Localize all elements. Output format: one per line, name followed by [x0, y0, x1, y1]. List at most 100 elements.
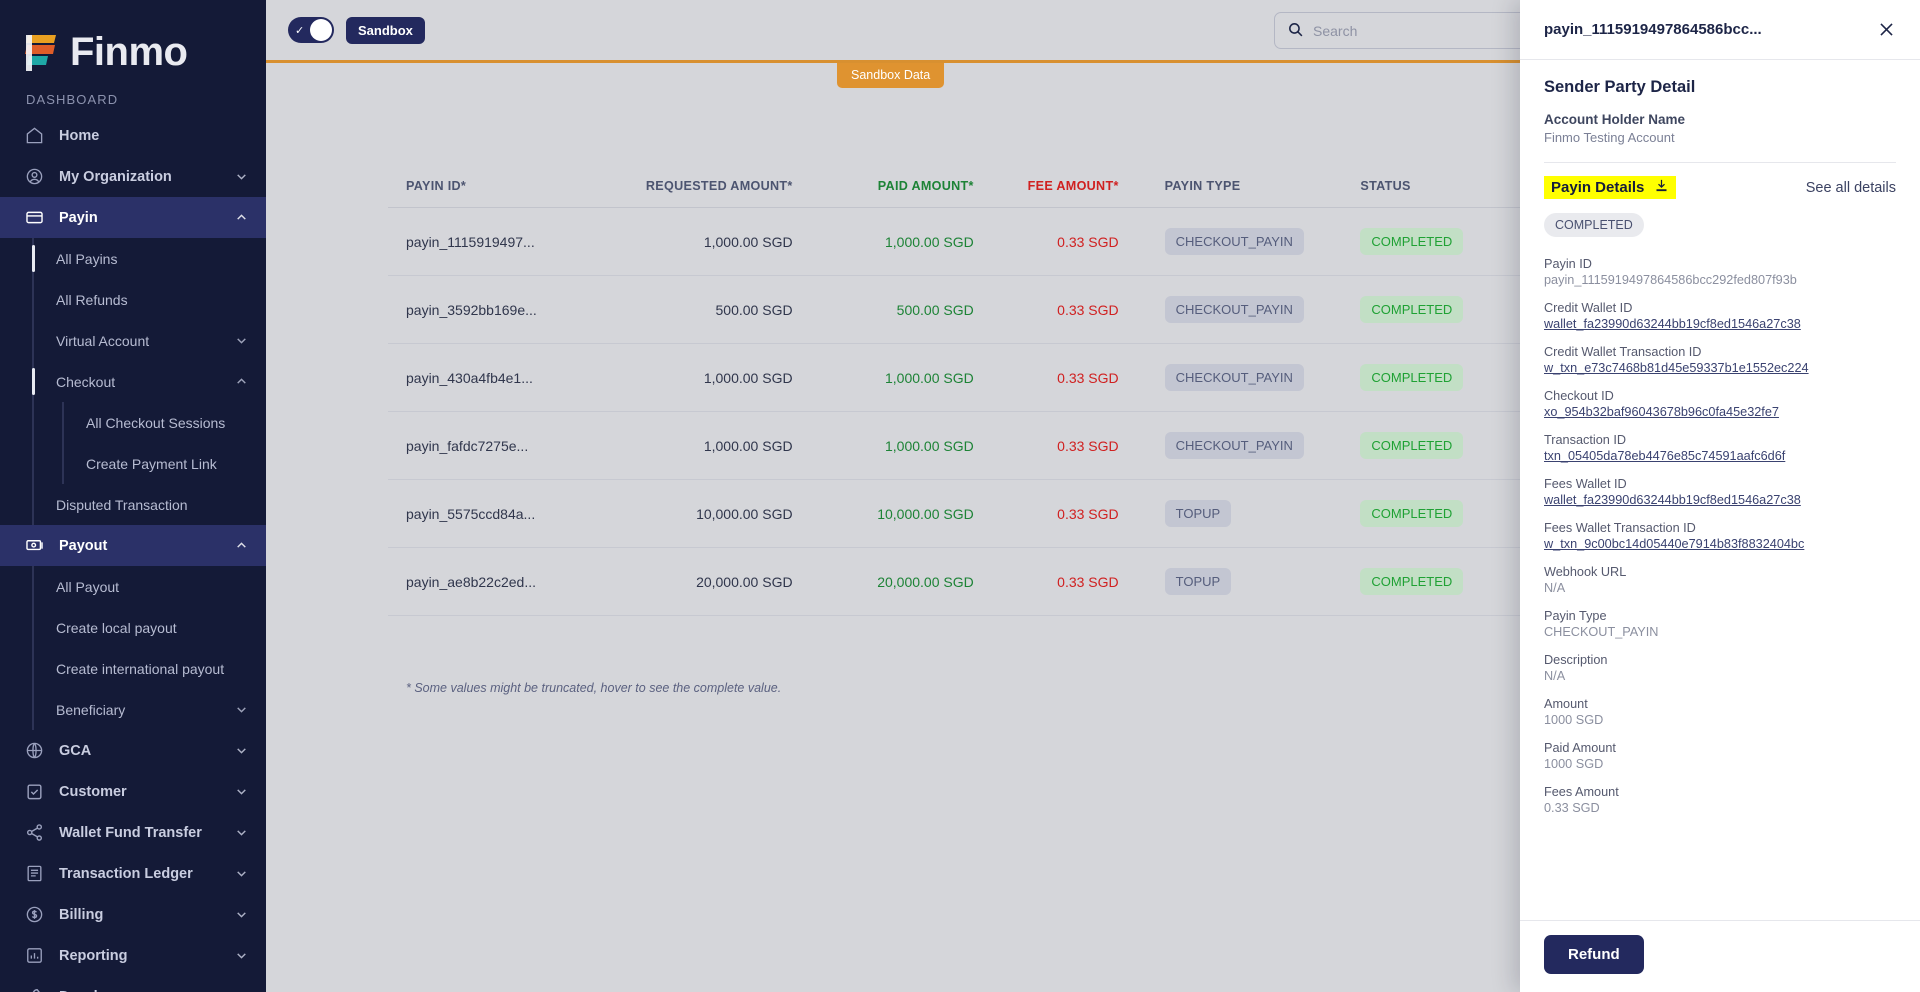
- column-header-status[interactable]: STATUS: [1342, 165, 1524, 208]
- field-value: payin_1115919497864586bcc292fed807f93b: [1544, 273, 1797, 287]
- field-value-link[interactable]: wallet_fa23990d63244bb19cf8ed1546a27c38: [1544, 317, 1896, 331]
- column-header-requested-amount[interactable]: REQUESTED AMOUNT*: [581, 165, 793, 208]
- sidebar-item-all-payout[interactable]: All Payout: [0, 566, 266, 607]
- cell-fee: 0.33 SGD: [973, 343, 1119, 412]
- cell-payin-id: payin_3592bb169e...: [388, 275, 582, 344]
- field-label: Description: [1544, 653, 1608, 667]
- sidebar-item-label: Create local payout: [56, 619, 177, 636]
- sidebar-item-my-organization[interactable]: My Organization: [0, 156, 266, 197]
- sidebar-item-reporting[interactable]: Reporting: [0, 935, 266, 976]
- sidebar-item-label: All Checkout Sessions: [86, 414, 226, 431]
- sidebar-item-customer[interactable]: Customer: [0, 771, 266, 812]
- sidebar-item-beneficiary[interactable]: Beneficiary: [0, 689, 266, 730]
- column-header-fee-amount[interactable]: FEE AMOUNT*: [973, 165, 1119, 208]
- payin-type-badge: TOPUP: [1164, 500, 1232, 527]
- chevron-up-icon: [235, 211, 248, 224]
- search-icon: [1287, 21, 1313, 41]
- field-label: Amount: [1544, 697, 1588, 711]
- sidebar-item-label: Transaction Ledger: [59, 865, 193, 882]
- field-value: N/A: [1544, 669, 1566, 683]
- cell-fee: 0.33 SGD: [973, 207, 1119, 276]
- share-icon: [24, 822, 45, 843]
- chevron-down-icon: [235, 703, 248, 716]
- download-icon[interactable]: [1654, 178, 1669, 197]
- sidebar-item-create-local-payout[interactable]: Create local payout: [0, 607, 266, 648]
- payout-submenu: All Payout Create local payout Create in…: [0, 566, 266, 730]
- sidebar-item-label: Home: [59, 127, 100, 144]
- search-placeholder: Search: [1313, 22, 1358, 39]
- refund-button[interactable]: Refund: [1544, 935, 1644, 974]
- app-logo[interactable]: Finmo: [0, 0, 266, 78]
- user-circle-icon: [24, 166, 45, 187]
- chevron-down-icon: [235, 949, 248, 962]
- sidebar-item-payout[interactable]: Payout: [0, 525, 266, 566]
- sidebar-item-payin[interactable]: Payin: [0, 197, 266, 238]
- cell-status: COMPLETED: [1342, 343, 1524, 412]
- sidebar-item-label: Payout: [59, 537, 108, 554]
- sidebar-item-label: My Organization: [59, 168, 172, 185]
- card-icon: [24, 207, 45, 228]
- payin-submenu: All Payins All Refunds Virtual Account C…: [0, 238, 266, 525]
- sidebar-item-all-checkout-sessions[interactable]: All Checkout Sessions: [0, 402, 266, 443]
- sidebar-item-home[interactable]: Home: [0, 115, 266, 156]
- chevron-down-icon: [235, 785, 248, 798]
- account-holder-value: Finmo Testing Account: [1544, 130, 1675, 145]
- sidebar-item-disputed-transaction[interactable]: Disputed Transaction: [0, 484, 266, 525]
- cell-payin-id: payin_1115919497...: [388, 207, 582, 276]
- cell-payin-type: CHECKOUT_PAYIN: [1118, 207, 1343, 276]
- sidebar-item-label: Beneficiary: [56, 701, 126, 718]
- field-label: Payin Type: [1544, 609, 1607, 623]
- check-icon: ✓: [295, 24, 305, 37]
- dollar-circle-icon: [24, 904, 45, 925]
- sidebar-item-create-international-payout[interactable]: Create international payout: [0, 648, 266, 689]
- sidebar-item-gca[interactable]: GCA: [0, 730, 266, 771]
- sidebar-item-label: Developer: [59, 989, 235, 992]
- sidebar-item-create-payment-link[interactable]: Create Payment Link: [0, 443, 266, 484]
- field-value-link[interactable]: xo_954b32baf96043678b96c0fa45e32fe7: [1544, 405, 1896, 419]
- field-label: Payin ID: [1544, 257, 1592, 271]
- payin-type-badge: CHECKOUT_PAYIN: [1164, 364, 1304, 391]
- sandbox-badge[interactable]: Sandbox: [346, 16, 425, 44]
- column-header-paid-amount[interactable]: PAID AMOUNT*: [792, 165, 974, 208]
- column-header-payin-id[interactable]: PAYIN ID*: [388, 165, 582, 208]
- cell-requested: 500.00 SGD: [581, 275, 793, 344]
- sidebar-item-billing[interactable]: Billing: [0, 894, 266, 935]
- field-value-link[interactable]: w_txn_e73c7468b81d45e59337b1e1552ec224: [1544, 361, 1896, 375]
- sender-party-title: Sender Party Detail: [1544, 78, 1696, 96]
- chevron-down-icon: [235, 334, 248, 347]
- payin-details-button[interactable]: Payin Details: [1544, 176, 1677, 199]
- sidebar-item-transaction-ledger[interactable]: Transaction Ledger: [0, 853, 266, 894]
- cell-payin-type: CHECKOUT_PAYIN: [1118, 275, 1343, 344]
- field-label: Fees Wallet ID: [1544, 477, 1627, 491]
- sidebar-item-wallet-fund-transfer[interactable]: Wallet Fund Transfer: [0, 812, 266, 853]
- cell-paid: 1,000.00 SGD: [792, 207, 974, 276]
- close-icon[interactable]: [1877, 20, 1896, 39]
- sandbox-data-tab: Sandbox Data: [837, 63, 945, 88]
- sidebar-item-virtual-account[interactable]: Virtual Account: [0, 320, 266, 361]
- toggle-knob: [310, 19, 332, 41]
- field-value-link[interactable]: w_txn_9c00bc14d05440e7914b83f8832404bc: [1544, 537, 1896, 551]
- cell-fee: 0.33 SGD: [973, 275, 1119, 344]
- sidebar-item-all-payins[interactable]: All Payins: [0, 238, 266, 279]
- panel-actions: Payin Details See all details: [1520, 163, 1920, 209]
- sidebar-item-all-refunds[interactable]: All Refunds: [0, 279, 266, 320]
- selected-indicator: [32, 245, 35, 272]
- sandbox-toggle[interactable]: ✓: [288, 17, 334, 43]
- sidebar-item-checkout[interactable]: Checkout: [0, 361, 266, 402]
- ledger-icon: [24, 863, 45, 884]
- chevron-up-icon: [235, 375, 248, 388]
- field-value-link[interactable]: txn_05405da78eb4476e85c74591aafc6d6f: [1544, 449, 1896, 463]
- chevron-up-icon: [235, 539, 248, 552]
- column-header-payin-type[interactable]: PAYIN TYPE: [1118, 165, 1343, 208]
- sidebar: Finmo DASHBOARD Home My Organization Pay…: [0, 0, 266, 992]
- cell-payin-id: payin_430a4fb4e1...: [388, 343, 582, 412]
- see-all-details-link[interactable]: See all details: [1806, 180, 1896, 196]
- sidebar-item-label: All Payins: [56, 250, 118, 267]
- field-value: 0.33 SGD: [1544, 801, 1600, 815]
- clipboard-check-icon: [24, 781, 45, 802]
- payin-type-badge: TOPUP: [1164, 568, 1232, 595]
- field-value-link[interactable]: wallet_fa23990d63244bb19cf8ed1546a27c38: [1544, 493, 1896, 507]
- sidebar-item-label: Create international payout: [56, 660, 225, 677]
- sidebar-item-developer[interactable]: Developer: [0, 976, 266, 992]
- chevron-down-icon: [235, 744, 248, 757]
